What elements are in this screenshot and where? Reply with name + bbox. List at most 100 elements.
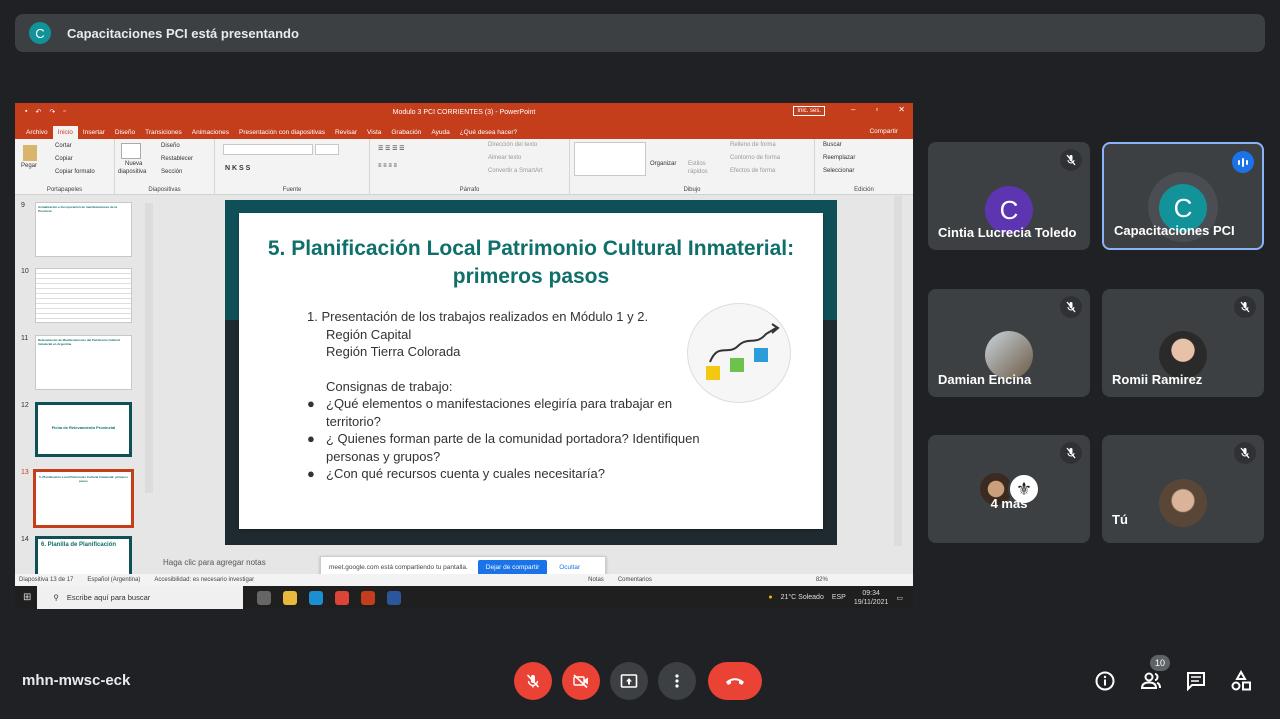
layout-button[interactable]: Diseño [161,143,180,149]
people-button[interactable] [1140,670,1162,697]
share-button[interactable]: Compartir [864,125,903,138]
participant-tile-damian[interactable]: Damian Encina [928,289,1090,397]
format-painter-button[interactable]: Copiar formato [55,169,95,175]
slide-thumbnail[interactable] [35,268,132,323]
select-button[interactable]: Seleccionar [823,168,854,174]
close-icon[interactable]: ✕ [898,105,905,114]
clock[interactable]: 09:34 19/11/2021 [854,589,889,607]
paste-button[interactable]: Pegar [21,163,37,169]
shape-fill-button[interactable]: Relleno de forma [730,142,776,148]
participant-tile-self[interactable]: Tú [1102,435,1264,543]
language-status[interactable]: Español (Argentina) [87,577,140,583]
slide-title[interactable]: 5. Planificación Local Patrimonio Cultur… [239,235,823,291]
slide-thumbnail[interactable]: Actualización e Incorporación de manifes… [35,202,132,257]
tab-revisar[interactable]: Revisar [330,126,362,139]
participant-tile-more[interactable]: ⚜ 4 más [928,435,1090,543]
font-size-field[interactable] [315,144,339,155]
new-slide-label2[interactable]: diapositiva [118,169,146,175]
login-button[interactable]: Inic. ses. [793,106,825,116]
slide-thumbnail[interactable]: Ficha de Relevamiento Provincial [35,402,132,457]
notes-button[interactable]: Notas [588,577,604,583]
align-text-button[interactable]: Alinear texto [488,155,521,161]
shapes-gallery[interactable] [574,142,646,176]
input-language[interactable]: ESP [832,594,846,601]
text-direction-button[interactable]: Dirección del texto [488,142,537,148]
minimize-icon[interactable]: – [851,105,855,114]
paste-icon[interactable] [23,145,37,161]
slide-thumbnail-selected[interactable]: 5. Planificación Local Patrimonio Cultur… [33,469,134,528]
meeting-details-button[interactable] [1094,670,1116,697]
list-buttons[interactable]: ☰ ☰ ☰ ☰ [378,145,405,152]
copy-button[interactable]: Copiar [55,156,73,162]
align-buttons[interactable]: ≡ ≡ ≡ ≡ [378,163,397,169]
edge-icon[interactable] [309,590,324,605]
group-label: Fuente [282,187,302,193]
more-options-button[interactable] [658,662,696,700]
camera-toggle-button[interactable] [562,662,600,700]
current-slide[interactable]: 5. Planificación Local Patrimonio Cultur… [225,200,837,545]
slide-thumbnails-pane[interactable]: 9 Actualización e Incorporación de manif… [15,196,155,591]
people-icon [1140,672,1161,689]
meeting-code[interactable]: mhn-mwsc-eck [22,672,130,689]
tell-me-search[interactable]: ¿Qué desea hacer? [455,126,522,139]
activities-button[interactable] [1230,669,1252,697]
font-family-field[interactable] [223,144,313,155]
zoom-level[interactable]: 82% [816,577,828,583]
accessibility-status[interactable]: Accesibilidad: es necesario investigar [154,577,254,583]
shape-effects-button[interactable]: Efectos de forma [730,168,775,174]
stop-sharing-button[interactable]: Dejar de compartir [477,559,548,575]
slide-body[interactable]: 1. Presentación de los trabajos realizad… [307,308,727,483]
weather-text[interactable]: 21°C Soleado [781,594,824,601]
presenter-avatar: C [29,22,51,44]
file-explorer-icon[interactable] [283,590,298,605]
tab-insertar[interactable]: Insertar [78,126,110,139]
chrome-icon[interactable] [335,590,350,605]
font-style-buttons[interactable]: N K S S [225,165,250,172]
thumbs-scrollbar[interactable] [145,203,153,493]
word-icon[interactable] [387,590,402,605]
tab-ayuda[interactable]: Ayuda [426,126,454,139]
tab-transiciones[interactable]: Transiciones [140,126,187,139]
quick-styles-label2[interactable]: rápidos [688,169,708,175]
participant-name: Romii Ramirez [1112,372,1203,387]
tab-grabacion[interactable]: Grabación [386,126,426,139]
cut-button[interactable]: Cortar [55,143,72,149]
section-button[interactable]: Sección [161,169,182,175]
powerpoint-icon[interactable] [361,590,376,605]
slide-scrollbar[interactable] [894,196,902,546]
tab-diseno[interactable]: Diseño [110,126,140,139]
taskbar-search[interactable]: ⚲ Escribe aquí para buscar [37,586,244,609]
chat-button[interactable] [1185,670,1207,697]
smartart-button[interactable]: Convertir a SmartArt [488,168,543,174]
mic-toggle-button[interactable] [514,662,552,700]
find-button[interactable]: Buscar [823,142,842,148]
tab-vista[interactable]: Vista [362,126,386,139]
quick-styles-button[interactable]: Estilos [688,161,706,167]
slide-thumbnail[interactable]: Relevamiento de Manifestaciones del Patr… [35,335,132,390]
slide-editor[interactable]: 5. Planificación Local Patrimonio Cultur… [170,196,910,556]
group-label: Edición [854,187,874,193]
participant-tile-cintia[interactable]: C Cintia Lucrecia Toledo [928,142,1090,250]
participant-tile-capacitaciones[interactable]: C Capacitaciones PCI [1102,142,1264,250]
hide-button[interactable]: Ocultar [559,564,580,571]
present-now-button[interactable] [610,662,648,700]
group-dibujo: Organizar Estilos rápidos Relleno de for… [570,139,815,195]
tab-inicio[interactable]: Inicio [52,126,78,139]
task-view-icon[interactable] [257,590,272,605]
tab-presentacion[interactable]: Presentación con diapositivas [234,126,330,139]
participant-tile-romii[interactable]: Romii Ramirez [1102,289,1264,397]
new-slide-icon[interactable] [121,143,141,159]
shape-outline-button[interactable]: Contorno de forma [730,155,780,161]
arrange-button[interactable]: Organizar [650,161,676,167]
group-edicion: Buscar Reemplazar Seleccionar Edición [815,139,913,195]
windows-start-icon[interactable]: ⊞ [23,592,31,603]
notifications-icon[interactable]: ▭ [896,594,903,602]
reset-button[interactable]: Restablecer [161,156,193,162]
tab-archivo[interactable]: Archivo [21,126,53,139]
leave-call-button[interactable] [708,662,762,700]
new-slide-label[interactable]: Nueva [125,161,142,167]
comments-button[interactable]: Comentarios [618,577,652,583]
tab-animaciones[interactable]: Animaciones [187,126,234,139]
restore-icon[interactable]: ▫ [875,105,878,114]
replace-button[interactable]: Reemplazar [823,155,855,161]
